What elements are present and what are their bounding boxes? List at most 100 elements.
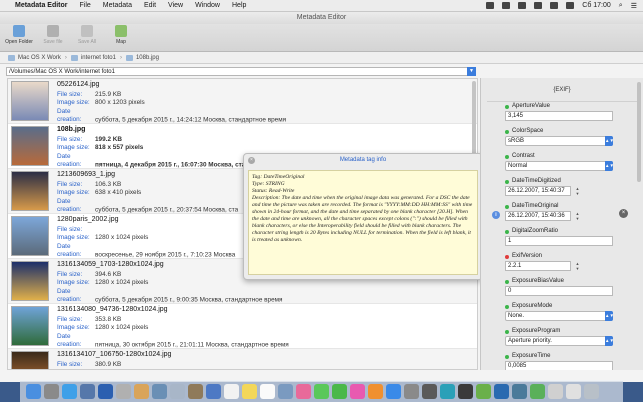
launchpad-icon[interactable] [44,384,59,399]
calendar-icon[interactable] [224,384,239,399]
exposure-mode-select[interactable]: None. ▲▼ [505,311,614,321]
folder-icon [70,54,78,61]
date-stepper[interactable]: ▲ ▼ [575,211,580,221]
menu-app-name[interactable]: Metadata Editor [15,2,68,9]
title-bar[interactable]: Metadata Editor [0,12,643,24]
trash-icon[interactable] [584,384,599,399]
breadcrumb-volume[interactable]: Mac OS X Work [18,55,61,61]
reminders-icon[interactable] [260,384,275,399]
ibooks-icon[interactable] [368,384,383,399]
map-icon [115,25,127,37]
preview-icon[interactable] [134,384,149,399]
save-file-button[interactable]: Save file [38,24,68,45]
date-stepper[interactable]: ▲ ▼ [575,186,580,196]
thumbnail-image [11,126,49,166]
close-icon[interactable]: × [248,157,255,164]
panel-scrollbar[interactable] [637,82,641,182]
app-icon[interactable] [548,384,563,399]
field-exposure-bias-value: ExposureBiasValue 0 [505,277,643,302]
facetime-icon[interactable] [332,384,347,399]
status-dot-icon [505,104,509,109]
window-title: Metadata Editor [296,14,347,21]
info-icon[interactable]: i [492,211,500,219]
image-size-value: 638 x 410 pixels [95,189,142,196]
clock[interactable]: Сб 17:00 [582,2,611,9]
app-icon[interactable] [494,384,509,399]
menu-metadata[interactable]: Metadata [103,2,132,9]
system-preferences-icon[interactable] [404,384,419,399]
breadcrumb-file[interactable]: 108b.jpg [136,55,159,61]
safari-icon[interactable] [62,384,77,399]
exposure-bias-value-input[interactable]: 0 [505,286,613,296]
path-combobox[interactable]: /Volumes/Mac OS X Work/internet foto1 ▼ [6,66,476,76]
breadcrumb-folder[interactable]: internet foto1 [81,55,116,61]
file-size-value: 106.3 KB [95,180,122,188]
wifi-icon[interactable] [534,2,543,9]
thumbnail-image [11,351,49,369]
clear-icon[interactable]: × [619,209,628,218]
exif-version-input[interactable]: 2.2.1 [505,261,571,271]
messages-icon[interactable] [314,384,329,399]
app-icon[interactable] [188,384,203,399]
app-icon[interactable] [530,384,545,399]
contrast-select[interactable]: Normal ▲▼ [505,161,614,171]
exposure-time-input[interactable]: 0,0085 [505,361,613,370]
open-folder-button[interactable]: Open Folder [4,24,34,45]
notification-center-icon[interactable]: ☰ [631,2,637,10]
word-icon[interactable] [98,384,113,399]
version-stepper[interactable]: ▲ ▼ [575,261,580,271]
app-icon[interactable] [152,384,167,399]
menu-edit[interactable]: Edit [144,2,156,9]
chevron-down-icon[interactable]: ▼ [467,66,476,76]
tag-type-line: Type: STRING [252,181,285,187]
menu-file[interactable]: File [80,2,91,9]
file-row[interactable]: 1316134107_106750-1280x1024.jpg File siz… [8,349,477,369]
chevron-updown-icon: ▲▼ [605,161,614,171]
app-store-icon[interactable] [386,384,401,399]
file-row[interactable]: 05226124.jpg File size: 215.9 KB Image si… [8,79,477,124]
xcode-icon[interactable] [80,384,95,399]
status-dot-icon [505,329,509,334]
datetime-digitized-input[interactable]: 26.12.2007, 15:40:37 [505,186,571,196]
bluetooth-icon[interactable] [502,2,511,9]
status-dot-icon [505,204,509,209]
finder-icon[interactable] [26,384,41,399]
color-space-select[interactable]: sRGB ▲▼ [505,136,614,146]
menu-help[interactable]: Help [232,2,246,9]
app-icon[interactable] [116,384,131,399]
exposure-program-select[interactable]: Aperture priority. ▲▼ [505,336,614,346]
itunes-icon[interactable] [350,384,365,399]
utorrent-icon[interactable] [476,384,491,399]
photos-icon[interactable] [296,384,311,399]
menu-window[interactable]: Window [195,2,220,9]
menu-view[interactable]: View [168,2,183,9]
app-icon[interactable] [206,384,221,399]
aperture-value-input[interactable]: 3,145 [505,111,613,121]
datetime-original-input[interactable]: 26.12.2007, 15:40:36 [505,211,571,221]
file-row[interactable]: 1316134080_94736-1280x1024.jpg File size… [8,304,477,349]
save-all-button[interactable]: Save All [72,24,102,45]
digital-zoom-ratio-input[interactable]: 1 [505,236,613,246]
spotlight-icon[interactable]: ⌕ [619,2,623,10]
eject-icon[interactable] [518,2,527,9]
chevron-updown-icon: ▲▼ [605,136,614,146]
dropbox-icon[interactable] [486,2,495,9]
save-all-icon [81,25,93,37]
app-icon[interactable] [512,384,527,399]
app-icon[interactable] [458,384,473,399]
field-color-space: ColorSpace sRGB ▲▼ [505,127,643,152]
battery-icon[interactable] [566,2,575,9]
app-icon[interactable] [440,384,455,399]
app-icon[interactable] [422,384,437,399]
app-icon[interactable] [566,384,581,399]
select-value: sRGB [508,138,525,144]
drive-icon [8,54,15,61]
app-icon[interactable] [170,384,185,399]
thumbnail-image [11,216,49,256]
map-button[interactable]: Map [106,24,136,45]
popover-title-text: Metadata tag info [339,157,387,163]
notes-icon[interactable] [242,384,257,399]
volume-icon[interactable] [550,2,559,9]
tag-name-line: Tag: DateTimeOriginal [252,174,305,180]
app-icon[interactable] [278,384,293,399]
